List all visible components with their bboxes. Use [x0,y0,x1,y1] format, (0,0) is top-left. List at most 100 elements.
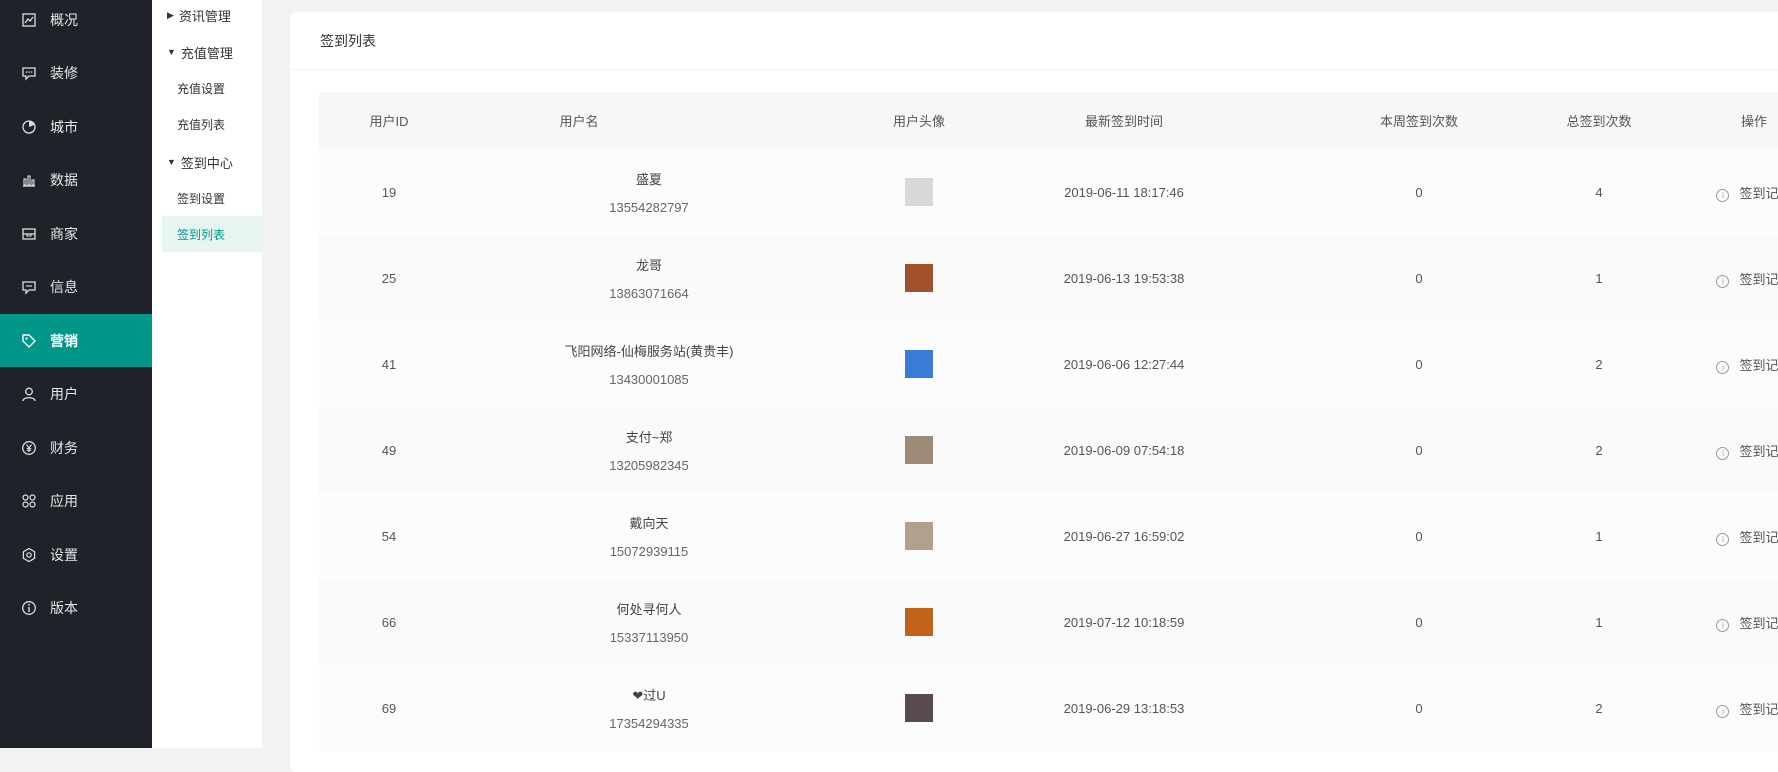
info-icon: i [1716,188,1730,202]
checkin-records-label: 签到记录 [1739,443,1778,459]
subnav-group-recharge[interactable]: ▼ 充值管理 [167,37,277,67]
nav-label: 用户 [50,385,78,402]
week-checkin-count: 0 [1415,442,1423,458]
subnav-group-news[interactable]: ▶ 资讯管理 [167,0,277,30]
total-checkin-count: 2 [1595,442,1603,458]
week-checkin-count: 0 [1415,184,1423,200]
checkin-records-link[interactable]: i 签到记录 [1716,183,1778,202]
data-icon [21,172,37,188]
latest-checkin-time: 2019-06-11 18:17:46 [1064,184,1184,200]
avatar-cell [839,665,999,751]
subnav-item-checkin-list[interactable]: 签到列表 [162,216,262,252]
nav-label: 城市 [50,118,78,135]
checkin-records-link[interactable]: i 签到记录 [1716,527,1778,546]
nav-label: 概况 [50,11,78,28]
avatar [905,608,933,636]
table-body: 19 盛夏 13554282797 2019-06-11 18:17:46 0 … [319,149,1778,751]
username-cell: 何处寻何人 15337113950 [459,579,839,665]
total-checkin-count: 1 [1595,614,1603,630]
actions-cell: i 签到记录 [1679,665,1778,751]
username-cell: 龙哥 13863071664 [459,235,839,321]
table-row: 41 飞阳网络-仙梅服务站(黄贵丰) 13430001085 2019-06-0… [319,321,1778,407]
avatar [905,178,933,206]
actions-cell: i 签到记录 [1679,235,1778,321]
overview-icon [21,12,37,28]
checkin-records-link[interactable]: i 签到记录 [1716,441,1778,460]
total-checkin-count: 2 [1595,356,1603,372]
phone: 13863071664 [609,286,689,301]
checkin-records-label: 签到记录 [1739,529,1778,545]
nav-item-merchant[interactable]: 商家 [0,207,152,260]
avatar [905,436,933,464]
nav-label: 商家 [50,225,78,242]
subnav-item-recharge-settings[interactable]: 充值设置 [162,70,262,106]
total-checkin-count: 2 [1595,700,1603,716]
subnav-item-label: 充值设置 [177,81,226,96]
checkin-records-link[interactable]: i 签到记录 [1716,699,1778,718]
nav-item-decoration[interactable]: 装修 [0,46,152,99]
main-card: 签到列表 用户ID 用户名 用户头像 最新签到时间 本周签到次数 总签到次数 操… [290,12,1778,772]
caret-down-icon: ▼ [167,47,176,57]
avatar-cell [839,235,999,321]
latest-checkin-time: 2019-06-09 07:54:18 [1063,442,1185,458]
user-id: 66 [381,614,397,630]
user-id: 41 [381,356,397,372]
week-checkin-count: 0 [1415,614,1423,630]
latest-checkin-time: 2019-06-27 16:59:02 [1063,528,1185,544]
username: 盛夏 [635,172,662,187]
latest-checkin-time: 2019-07-12 10:18:59 [1063,614,1185,630]
table-row: 66 何处寻何人 15337113950 2019-07-12 10:18:59… [319,579,1778,665]
nav-item-finance[interactable]: 财务 [0,421,152,474]
decoration-icon [21,65,37,81]
info-icon: i [1716,274,1730,288]
username: 龙哥 [635,258,662,273]
subnav-group-checkin[interactable]: ▼ 签到中心 [167,147,277,177]
subnav-group-label: 充值管理 [180,45,233,61]
nav-item-overview[interactable]: 概况 [0,0,152,46]
avatar-cell [839,579,999,665]
header-actions: 操作 [1740,114,1767,129]
nav-item-message[interactable]: 信息 [0,260,152,313]
user-id: 19 [381,184,397,200]
total-checkin-count: 1 [1595,270,1603,286]
phone: 13430001085 [609,372,689,387]
header-user-id: 用户ID [369,114,409,129]
nav-item-version[interactable]: 版本 [0,581,152,634]
username: 戴向天 [629,516,669,531]
table-header: 用户ID 用户名 用户头像 最新签到时间 本周签到次数 总签到次数 操作 [319,92,1778,149]
nav-item-city[interactable]: 城市 [0,100,152,153]
divider [290,69,1778,70]
subnav-item-recharge-list[interactable]: 充值列表 [162,106,262,142]
header-avatar: 用户头像 [892,114,945,129]
subnav-item-label: 签到设置 [177,191,226,206]
actions-cell: i 签到记录 [1679,493,1778,579]
user-id: 69 [381,700,397,716]
nav-item-marketing[interactable]: 营销 [0,314,152,367]
table-row: 69 ❤过U 17354294335 2019-06-29 13:18:53 0… [319,665,1778,751]
checkin-records-link[interactable]: i 签到记录 [1716,269,1778,288]
username-cell: 支付~郑 13205982345 [459,407,839,493]
message-icon [21,279,37,295]
week-checkin-count: 0 [1415,528,1423,544]
checkin-records-label: 签到记录 [1739,185,1778,201]
info-icon: i [1716,618,1730,632]
phone: 15337113950 [609,630,689,645]
nav-label: 装修 [50,64,78,81]
info-icon: i [1716,704,1730,718]
nav-item-apps[interactable]: 应用 [0,474,152,527]
week-checkin-count: 0 [1415,270,1423,286]
info-icon [21,600,37,616]
username: ❤过U [632,688,666,703]
info-icon: i [1716,532,1730,546]
phone: 17354294335 [609,716,689,731]
avatar-cell [839,321,999,407]
checkin-records-link[interactable]: i 签到记录 [1716,613,1778,632]
nav-item-user[interactable]: 用户 [0,367,152,420]
gear-icon [21,547,37,563]
nav-item-data[interactable]: 数据 [0,153,152,206]
subnav-item-checkin-settings[interactable]: 签到设置 [162,180,262,216]
info-icon: i [1716,446,1730,460]
nav-item-settings[interactable]: 设置 [0,528,152,581]
checkin-records-link[interactable]: i 签到记录 [1716,355,1778,374]
phone: 13205982345 [609,458,689,473]
